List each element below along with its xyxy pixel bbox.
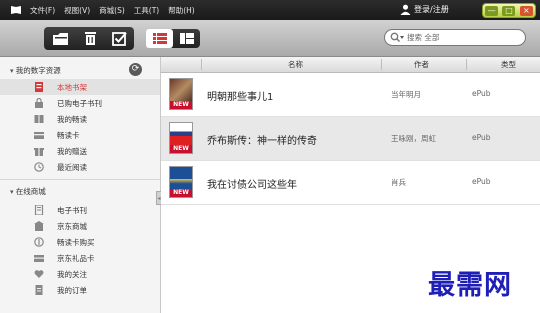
menu-bar: 文件(F) 视图(V) 商城(S) 工具(T) 帮助(H): [30, 0, 204, 20]
sidebar-item-label: 已购电子书刊: [57, 99, 102, 108]
book-type: ePub: [472, 177, 491, 186]
sidebar-item-orders[interactable]: 我的订单: [0, 282, 160, 298]
sidebar-item-label: 京东商城: [57, 222, 87, 231]
column-header-name[interactable]: 名称: [288, 59, 303, 70]
sidebar-item-gift-card[interactable]: 京东礼品卡: [0, 250, 160, 266]
title-bar: 文件(F) 视图(V) 商城(S) 工具(T) 帮助(H) 登录/注册 — □ …: [0, 0, 540, 20]
book-type: ePub: [472, 133, 491, 142]
book-title: 乔布斯传：神一样的传奇: [207, 136, 317, 147]
minimize-button[interactable]: —: [485, 5, 499, 16]
sidebar-item-ebooks[interactable]: 电子书刊: [0, 202, 160, 218]
new-badge: NEW: [170, 145, 192, 153]
sidebar-item-reading-card[interactable]: 畅读卡: [0, 127, 160, 143]
sidebar-item-buy-card[interactable]: 畅读卡购买: [0, 234, 160, 250]
lock-icon: [35, 98, 43, 108]
menu-tools[interactable]: 工具(T): [134, 5, 159, 16]
list-view-button[interactable]: [146, 29, 173, 48]
heart-icon: [34, 270, 44, 278]
new-badge: NEW: [170, 189, 192, 197]
column-separator: [201, 59, 202, 70]
book-type: ePub: [472, 89, 491, 98]
coin-icon: [34, 237, 44, 247]
app-logo-icon: [11, 6, 21, 14]
table-row[interactable]: NEW 我在讨债公司这些年 肖兵 ePub: [161, 161, 540, 205]
checkbox-select-icon[interactable]: [111, 31, 127, 46]
login-register-link[interactable]: 登录/注册: [400, 4, 449, 15]
book-icon: [34, 115, 44, 123]
section-online-store[interactable]: 在线商城: [16, 186, 46, 197]
sidebar-item-label: 我的订单: [57, 286, 87, 295]
sidebar-item-label: 我的关注: [57, 270, 87, 279]
cover-art: [170, 123, 192, 147]
column-separator: [381, 59, 382, 70]
cover-view-icon: [179, 33, 194, 44]
sidebar-item-local-shelf[interactable]: 本地书架: [0, 79, 160, 95]
book-title: 我在讨债公司这些年: [207, 180, 297, 191]
menu-file[interactable]: 文件(F): [30, 5, 55, 16]
action-button-group: [44, 27, 134, 50]
bookshelf-icon: [35, 82, 43, 92]
sidebar-item-my-reading[interactable]: 我的畅读: [0, 111, 160, 127]
view-toggle-group: [146, 29, 200, 48]
book-author: 王咏刚，周虹: [391, 134, 436, 143]
search-box[interactable]: 搜索 全部: [384, 29, 526, 46]
column-header-author[interactable]: 作者: [414, 59, 429, 70]
search-icon: [390, 32, 404, 43]
section-my-resources[interactable]: 我的数字资源: [16, 65, 61, 76]
sidebar-divider: [0, 179, 160, 180]
sidebar-item-label: 本地书架: [57, 83, 87, 92]
clock-icon: [34, 162, 44, 172]
search-placeholder: 搜索 全部: [407, 33, 440, 42]
login-label: 登录/注册: [414, 5, 449, 14]
table-header: 名称 作者 类型: [161, 57, 540, 73]
toolbar: 搜索 全部: [0, 20, 540, 57]
sidebar-item-label: 京东礼品卡: [57, 254, 95, 263]
ebook-icon: [34, 205, 44, 215]
table-row[interactable]: NEW 明朝那些事儿1 当年明月 ePub: [161, 73, 540, 117]
sidebar-item-recent[interactable]: 最近阅读: [0, 159, 160, 175]
delete-trash-icon[interactable]: [84, 31, 97, 46]
sidebar-item-label: 最近阅读: [57, 163, 87, 172]
watermark: 最需网: [428, 270, 512, 301]
card-icon: [34, 132, 44, 139]
sidebar-item-label: 畅读卡购买: [57, 238, 95, 247]
book-title: 明朝那些事儿1: [207, 92, 274, 103]
maximize-button[interactable]: □: [502, 5, 516, 16]
menu-store[interactable]: 商城(S): [99, 5, 125, 16]
sidebar-item-jd-mall[interactable]: 京东商城: [0, 218, 160, 234]
column-separator: [466, 59, 467, 70]
sidebar-item-label: 我的畅读: [57, 115, 87, 124]
giftcard-icon: [34, 255, 44, 262]
sidebar-item-label: 畅读卡: [57, 131, 80, 140]
cover-art: [170, 79, 192, 103]
import-folder-icon[interactable]: [52, 32, 69, 46]
new-badge: NEW: [170, 101, 192, 109]
menu-view[interactable]: 视图(V): [64, 5, 90, 16]
cover-view-button[interactable]: [173, 29, 200, 48]
refresh-icon[interactable]: ⟳: [129, 63, 142, 76]
book-cover: NEW: [169, 166, 193, 198]
gift-icon: [34, 148, 44, 156]
store-icon: [34, 221, 44, 231]
close-button[interactable]: ×: [519, 5, 533, 16]
user-icon: [400, 4, 411, 15]
sidebar-item-label: 我的赠送: [57, 147, 87, 156]
book-author: 当年明月: [391, 90, 421, 99]
list-view-icon: [152, 33, 167, 44]
sidebar-item-label: 电子书刊: [57, 206, 87, 215]
table-row[interactable]: NEW 乔布斯传：神一样的传奇 王咏刚，周虹 ePub: [161, 117, 540, 161]
sidebar-item-following[interactable]: 我的关注: [0, 266, 160, 282]
book-author: 肖兵: [391, 178, 406, 187]
order-icon: [35, 285, 43, 295]
menu-help[interactable]: 帮助(H): [168, 5, 195, 16]
sidebar: 我的数字资源 ⟳ 本地书架 已购电子书刊 我的畅读 畅读卡 我的赠送 最近阅读 …: [0, 57, 161, 313]
book-cover: NEW: [169, 122, 193, 154]
cover-art: [170, 167, 192, 191]
sidebar-item-purchased[interactable]: 已购电子书刊: [0, 95, 160, 111]
book-cover: NEW: [169, 78, 193, 110]
window-controls: — □ ×: [482, 3, 536, 18]
column-header-type[interactable]: 类型: [501, 59, 516, 70]
sidebar-item-my-gifts[interactable]: 我的赠送: [0, 143, 160, 159]
